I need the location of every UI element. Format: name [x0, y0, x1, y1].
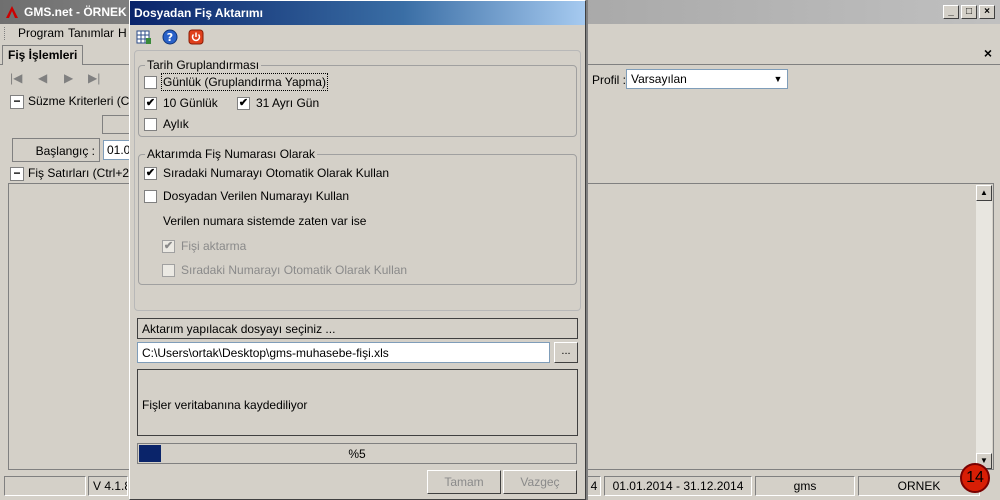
checkbox-box[interactable]: ✔	[144, 166, 157, 180]
prev-record-icon[interactable]: ◀	[38, 71, 47, 85]
ok-button[interactable]: Tamam	[427, 470, 501, 494]
filter-section-header[interactable]: − Süzme Kriterleri (C	[10, 94, 129, 112]
collapse-icon[interactable]: −	[10, 94, 24, 109]
grid-icon[interactable]	[136, 29, 152, 45]
otuzbir-gun-label: 31 Ayrı Gün	[256, 96, 320, 110]
tab-close-icon[interactable]: ×	[984, 45, 992, 61]
close-button[interactable]: ×	[979, 5, 995, 19]
auto-number-checkbox[interactable]: ✔ Sıradaki Numarayı Otomatik Olarak Kull…	[144, 166, 389, 180]
status-message: Fişler veritabanına kaydediliyor	[142, 398, 308, 412]
file-number-checkbox[interactable]: Dosyadan Verilen Numarayı Kullan	[144, 189, 349, 203]
skip-receipt-label: Fişi aktarma	[181, 239, 247, 253]
on-gunluk-label: 10 Günlük	[163, 96, 218, 110]
next-record-icon[interactable]: ▶	[64, 71, 73, 85]
filter-section-label: Süzme Kriterleri (C	[28, 94, 130, 108]
status-panel-2: 4	[587, 476, 601, 496]
on-gunluk-checkbox[interactable]: ✔ 10 Günlük	[144, 96, 218, 110]
date-grouping-title: Tarih Gruplandırması	[145, 58, 262, 72]
checkbox-box[interactable]	[144, 189, 157, 203]
vertical-scrollbar[interactable]: ▲ ▼	[976, 185, 992, 469]
checkbox-box[interactable]: ✔	[237, 96, 250, 110]
progress-bar: %5	[137, 443, 577, 464]
dialog-title: Dosyadan Fiş Aktarımı	[134, 6, 263, 20]
checkbox-box	[162, 263, 175, 277]
aylik-label: Aylık	[163, 117, 189, 131]
receipt-number-title: Aktarımda Fiş Numarası Olarak	[145, 147, 318, 161]
lines-section-label: Fiş Satırları (Ctrl+2	[28, 166, 130, 180]
lines-section-header[interactable]: − Fiş Satırları (Ctrl+2	[10, 166, 129, 184]
status-user: gms	[755, 476, 855, 496]
dialog-toolbar: ?	[130, 25, 585, 49]
checkbox-box[interactable]: ✔	[144, 96, 157, 110]
chevron-down-icon[interactable]: ▼	[771, 72, 785, 86]
progress-label: %5	[348, 447, 366, 461]
minimize-button[interactable]: _	[943, 5, 959, 19]
import-dialog: Dosyadan Fiş Aktarımı ? Tarih Gruplandır…	[129, 0, 586, 500]
profil-value: Varsayılan	[631, 72, 687, 86]
aylik-checkbox[interactable]: Aylık	[144, 117, 189, 131]
help-icon[interactable]: ?	[162, 29, 178, 45]
gunluk-checkbox[interactable]: Günlük (Gruplandırma Yapma)	[144, 73, 328, 91]
app-logo-icon	[6, 6, 18, 18]
file-prompt: Aktarım yapılacak dosyayı seçiniz ...	[137, 318, 578, 339]
checkbox-box[interactable]	[144, 117, 157, 131]
tab-fis-islemleri[interactable]: Fiş İşlemleri	[2, 45, 84, 65]
menu-h[interactable]: H	[118, 26, 127, 40]
maximize-button[interactable]: □	[961, 5, 977, 19]
menu-tanimlar[interactable]: Tanımlar	[68, 26, 114, 40]
status-period: 01.01.2014 - 31.12.2014	[604, 476, 752, 496]
last-record-icon[interactable]: ▶|	[88, 71, 100, 85]
first-record-icon[interactable]: |◀	[10, 71, 22, 85]
status-version: V 4.1.8	[88, 476, 128, 496]
status-box: Fişler veritabanına kaydediliyor	[137, 369, 578, 436]
profil-select[interactable]: Varsayılan ▼	[626, 69, 788, 89]
profil-label: Profil :	[592, 73, 627, 87]
status-panel-empty	[4, 476, 86, 496]
menu-program[interactable]: Program	[18, 26, 64, 40]
filter-box	[102, 115, 132, 134]
notification-badge[interactable]: 14	[960, 463, 990, 493]
checkbox-box[interactable]	[144, 75, 157, 89]
otuzbir-gun-checkbox[interactable]: ✔ 31 Ayrı Gün	[237, 96, 319, 110]
dialog-titlebar[interactable]: Dosyadan Fiş Aktarımı	[130, 1, 585, 25]
use-next-number-checkbox: Sıradaki Numarayı Otomatik Olarak Kullan	[162, 263, 407, 277]
checkbox-box: ✔	[162, 239, 175, 253]
baslangic-label: Başlangıç :	[12, 138, 100, 162]
use-next-number-label: Sıradaki Numarayı Otomatik Olarak Kullan	[181, 263, 408, 277]
scroll-up-icon[interactable]: ▲	[976, 185, 992, 201]
gunluk-label: Günlük (Gruplandırma Yapma)	[161, 73, 328, 91]
skip-receipt-checkbox: ✔ Fişi aktarma	[162, 239, 246, 253]
duplicate-number-note: Verilen numara sistemde zaten var ise	[163, 214, 367, 228]
auto-number-label: Sıradaki Numarayı Otomatik Olarak Kullan	[163, 166, 390, 180]
power-icon[interactable]	[188, 29, 204, 45]
cancel-button[interactable]: Vazgeç	[503, 470, 577, 494]
menubar-grip	[4, 27, 7, 40]
svg-text:?: ?	[167, 31, 173, 44]
file-path-input[interactable]: C:\Users\ortak\Desktop\gms-muhasebe-fişi…	[137, 342, 550, 363]
file-number-label: Dosyadan Verilen Numarayı Kullan	[163, 189, 350, 203]
collapse-icon[interactable]: −	[10, 166, 24, 181]
browse-button[interactable]: ...	[554, 342, 578, 363]
